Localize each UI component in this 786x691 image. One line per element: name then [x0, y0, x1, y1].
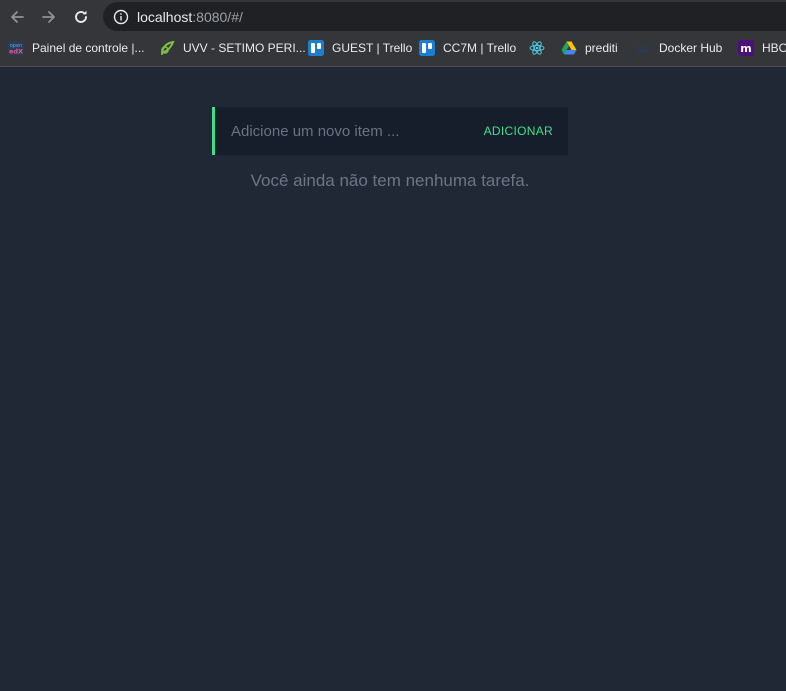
bookmark-label: HBO	[762, 41, 786, 55]
add-button[interactable]: ADICIONAR	[474, 107, 568, 155]
todo-app: ADICIONAR Você ainda não tem nenhuma tar…	[0, 67, 786, 691]
bookmark-painel-de-controle[interactable]: open edX Painel de controle |...	[8, 38, 145, 58]
google-drive-icon	[561, 40, 577, 56]
bookmark-label: UVV - SETIMO PERI...	[183, 41, 306, 55]
browser-toolbar: localhost:8080/#/	[0, 0, 786, 33]
empty-state-message: Você ainda não tem nenhuma tarefa.	[250, 171, 530, 190]
browser-chrome: localhost:8080/#/ open edX Painel de con…	[0, 0, 786, 67]
info-icon[interactable]	[113, 9, 129, 25]
url-text[interactable]: localhost:8080/#/	[137, 9, 243, 25]
bookmark-label: Docker Hub	[659, 41, 723, 55]
new-item-input[interactable]	[215, 107, 474, 155]
bookmark-prediti[interactable]: prediti	[561, 38, 618, 58]
trello-icon	[419, 40, 435, 56]
docker-icon	[635, 40, 651, 56]
svg-text:edX: edX	[9, 48, 23, 56]
openedx-icon: open edX	[8, 40, 24, 56]
back-button[interactable]	[4, 4, 30, 30]
bookmark-docker-hub[interactable]: Docker Hub	[635, 38, 722, 58]
moodle-leaf-icon	[159, 40, 175, 56]
arrow-right-icon	[42, 11, 55, 23]
bookmark-react[interactable]	[529, 38, 553, 58]
bookmark-label: CC7M | Trello	[443, 41, 517, 55]
add-item-form: ADICIONAR	[212, 107, 568, 155]
url-host: localhost	[137, 8, 193, 25]
reload-icon	[75, 10, 87, 23]
bookmark-uvv[interactable]: UVV - SETIMO PERI...	[159, 38, 306, 58]
svg-text:m: m	[740, 42, 751, 55]
bookmark-cc7m-trello[interactable]: CC7M | Trello	[419, 38, 516, 58]
bookmark-hbo[interactable]: m HBO	[738, 38, 786, 58]
bookmarks-bar: open edX Painel de controle |... UVV - S…	[0, 35, 786, 61]
reload-button[interactable]	[68, 4, 94, 30]
bookmark-label: prediti	[585, 41, 618, 55]
arrow-left-icon	[11, 11, 24, 23]
bookmark-label: GUEST | Trello	[332, 41, 413, 55]
address-bar[interactable]: localhost:8080/#/	[103, 2, 786, 31]
hbo-max-icon: m	[738, 40, 754, 56]
bookmark-label: Painel de controle |...	[32, 41, 145, 55]
url-path: :8080/#/	[192, 8, 243, 25]
trello-icon	[308, 40, 324, 56]
bookmark-guest-trello[interactable]: GUEST | Trello	[308, 38, 412, 58]
react-icon	[529, 40, 545, 56]
forward-button[interactable]	[36, 4, 62, 30]
